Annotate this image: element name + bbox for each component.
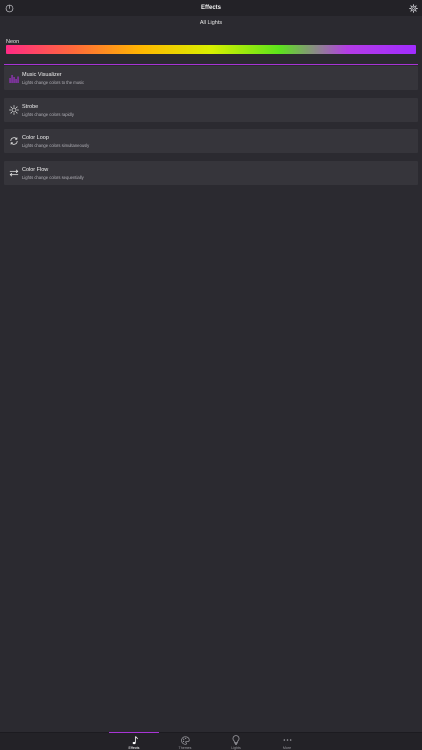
effect-name: Color Loop xyxy=(22,135,49,142)
equalizer-icon xyxy=(8,72,20,84)
effect-card-strobe[interactable]: Strobe Lights change colors rapidly xyxy=(4,97,418,122)
power-button[interactable] xyxy=(3,2,15,14)
gear-icon xyxy=(408,3,418,13)
tab-bar: Effects Themes Lights More xyxy=(0,732,422,750)
tab-label: Lights xyxy=(231,746,241,750)
navigation-bar: Effects xyxy=(0,0,422,16)
active-tab-indicator xyxy=(109,732,159,733)
effect-list: Music Visualizer Lights change colors to… xyxy=(4,66,418,192)
tab-label: Effects xyxy=(128,746,140,750)
effect-name: Color Flow xyxy=(22,166,49,173)
palette-icon xyxy=(180,735,190,745)
more-dots-icon xyxy=(282,735,292,745)
selection-divider xyxy=(4,64,418,65)
tab-label: More xyxy=(282,746,292,750)
music-note-icon xyxy=(129,735,139,745)
tab-themes[interactable]: Themes xyxy=(160,733,210,750)
flow-arrows-icon xyxy=(8,167,20,179)
loop-icon xyxy=(8,135,20,147)
effect-description: Lights change colors simultaneously xyxy=(22,143,90,149)
palette-gradient-bar[interactable] xyxy=(6,45,416,54)
tab-more[interactable]: More xyxy=(262,733,312,750)
effect-description: Lights change colors rapidly xyxy=(22,111,74,117)
effect-card-music-visualizer[interactable]: Music Visualizer Lights change colors to… xyxy=(4,66,418,90)
effect-description: Lights change colors to the music xyxy=(22,80,85,85)
tab-effects[interactable]: Effects xyxy=(109,732,159,750)
sun-icon xyxy=(8,104,20,116)
tab-label: Themes xyxy=(178,746,192,750)
effect-card-color-flow[interactable]: Color Flow Lights change colors sequenti… xyxy=(4,160,418,185)
effect-description: Lights change colors sequentially xyxy=(22,174,84,180)
tab-lights[interactable]: Lights xyxy=(211,733,261,750)
effect-name: Strobe xyxy=(22,103,39,110)
page-title: Effects xyxy=(200,5,221,11)
settings-button[interactable] xyxy=(407,2,419,14)
power-icon xyxy=(5,4,13,12)
light-group-selector[interactable]: All Lights xyxy=(0,20,422,26)
effect-name: Music Visualizer xyxy=(22,72,62,78)
bulb-icon xyxy=(231,735,241,745)
effect-card-color-loop[interactable]: Color Loop Lights change colors simultan… xyxy=(4,129,418,154)
